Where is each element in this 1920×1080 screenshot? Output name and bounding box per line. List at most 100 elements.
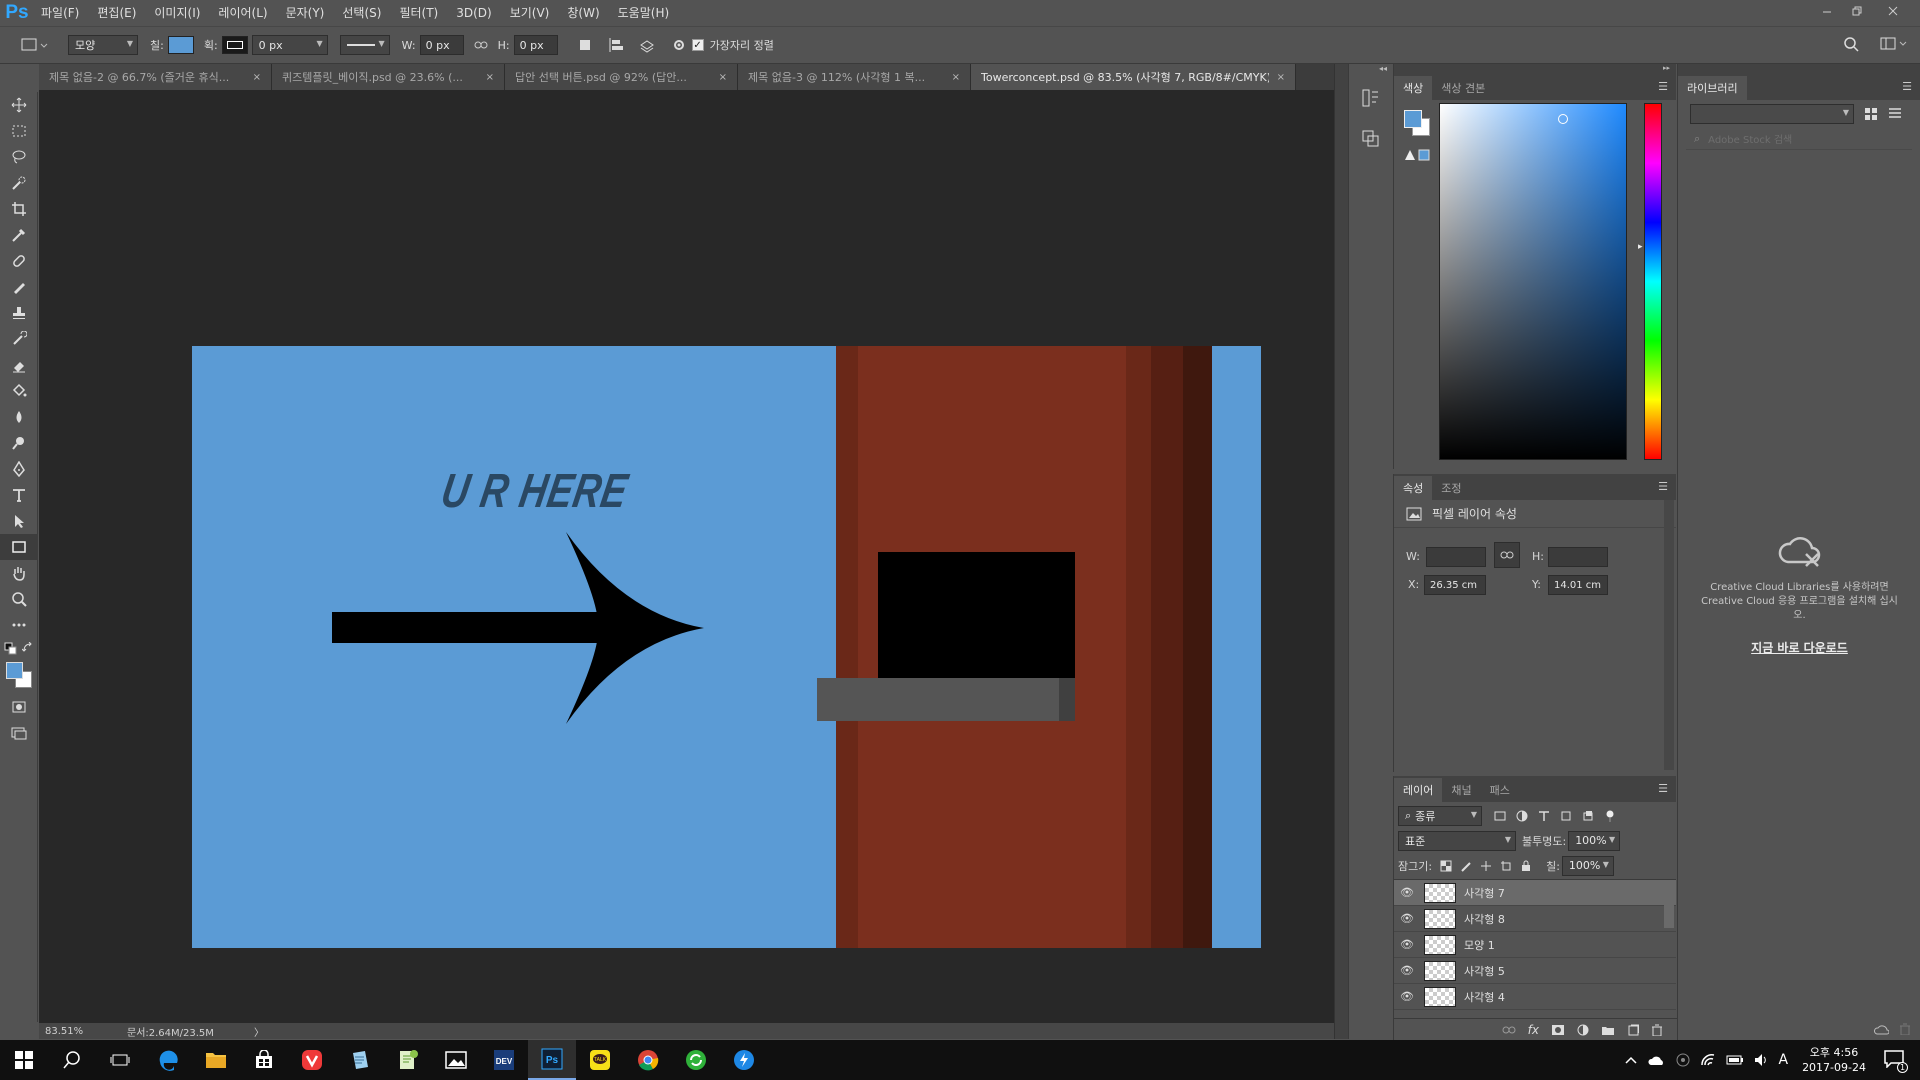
menu-item-3d[interactable]: 3D(D) (447, 0, 500, 26)
collapse-arrow-icon[interactable]: ◂◂ (1349, 64, 1393, 78)
stroke-color-swatch[interactable] (221, 36, 248, 54)
taskbar-search-button[interactable] (48, 1040, 96, 1080)
vivaldi-browser[interactable] (288, 1040, 336, 1080)
tab-document-towerconcept[interactable]: Towerconcept.psd @ 83.5% (사각형 7, RGB/8#/… (971, 64, 1296, 90)
new-group-icon[interactable] (1601, 1024, 1615, 1036)
layer-row[interactable]: 👁 사각형 7 (1394, 880, 1676, 906)
paint-bucket-tool[interactable] (0, 378, 38, 404)
blend-mode-select[interactable]: 표준 ▼ (1398, 830, 1516, 851)
add-mask-icon[interactable] (1551, 1024, 1565, 1036)
canvas-vertical-scrollbar[interactable] (1334, 64, 1348, 1039)
eye-icon[interactable]: 👁 (1394, 886, 1420, 899)
prop-x-input[interactable]: 26.35 cm (1424, 575, 1486, 595)
filter-type-icon[interactable] (1538, 810, 1550, 822)
adjustment-layer-icon[interactable] (1577, 1024, 1589, 1036)
chrome-browser[interactable] (624, 1040, 672, 1080)
align-edges-checkbox[interactable]: ✓ (691, 39, 704, 51)
minimize-button[interactable] (1814, 0, 1840, 22)
height-input[interactable]: 0 px (513, 35, 558, 55)
messenger-app[interactable] (720, 1040, 768, 1080)
marquee-tool[interactable] (0, 118, 38, 144)
prop-width-input[interactable] (1426, 547, 1486, 567)
eye-icon[interactable]: 👁 (1394, 938, 1420, 951)
search-button[interactable] (1843, 36, 1859, 55)
eyedropper-tool[interactable] (0, 222, 38, 248)
prop-y-input[interactable]: 14.01 cm (1548, 575, 1608, 595)
new-layer-icon[interactable] (1627, 1024, 1639, 1036)
tab-color[interactable]: 색상 (1394, 76, 1433, 100)
clone-stamp-tool[interactable] (0, 300, 38, 326)
action-center-button[interactable]: 1 (1884, 1049, 1908, 1073)
crop-tool[interactable] (0, 196, 38, 222)
layers-scrollbar-thumb[interactable] (1664, 882, 1674, 928)
menu-item-window[interactable]: 창(W) (558, 0, 608, 26)
hue-slider-handle[interactable]: ▸ (1638, 242, 1643, 252)
restore-button[interactable] (1844, 0, 1870, 22)
hue-slider[interactable] (1644, 103, 1662, 460)
notepadplusplus-app[interactable] (384, 1040, 432, 1080)
lock-pixels-icon[interactable] (1460, 860, 1472, 872)
path-arrangement-button[interactable] (638, 37, 658, 53)
quick-selection-tool[interactable] (0, 170, 38, 196)
stroke-type-select[interactable]: ▼ (339, 35, 390, 55)
menu-item-type[interactable]: 문자(Y) (277, 0, 334, 26)
color-field[interactable] (1439, 103, 1627, 460)
wifi-icon[interactable] (1700, 1053, 1716, 1067)
close-window-button[interactable] (1880, 0, 1906, 22)
menu-item-edit[interactable]: 편집(E) (88, 0, 145, 26)
eye-icon[interactable]: 👁 (1394, 990, 1420, 1003)
layer-row[interactable]: 👁 모양 1 (1394, 932, 1676, 958)
filter-shape-icon[interactable] (1560, 810, 1572, 822)
menu-item-help[interactable]: 도움말(H) (609, 0, 679, 26)
panel-foreground-swatch[interactable] (1404, 110, 1422, 128)
tab-document-1[interactable]: 제목 없음-2 @ 66.7% (즐거운 휴식... × (39, 64, 272, 90)
move-tool[interactable] (0, 92, 38, 118)
zoom-level[interactable]: 83.51% (45, 1026, 115, 1037)
lasso-tool[interactable] (0, 144, 38, 170)
eye-icon[interactable]: 👁 (1394, 964, 1420, 977)
fx-icon[interactable]: fx (1528, 1023, 1539, 1037)
history-panel-button[interactable] (1361, 88, 1393, 111)
healing-brush-tool[interactable] (0, 248, 38, 274)
lock-artboard-icon[interactable] (1500, 860, 1512, 872)
sync-app[interactable] (672, 1040, 720, 1080)
stock-search-input[interactable]: Adobe Stock 검색 (1708, 131, 1792, 146)
width-input[interactable]: 0 px (419, 35, 464, 55)
start-button[interactable] (0, 1040, 48, 1080)
menu-item-filter[interactable]: 필터(T) (390, 0, 447, 26)
more-tools-button[interactable] (0, 612, 38, 638)
layer-row[interactable]: 👁 사각형 4 (1394, 984, 1676, 1010)
store-app[interactable] (240, 1040, 288, 1080)
path-selection-tool[interactable] (0, 508, 38, 534)
color-picker-marker[interactable] (1558, 114, 1568, 124)
layer-filter-select[interactable]: ⌕ 종류 ▼ (1398, 805, 1482, 826)
tool-preset-picker[interactable] (18, 35, 48, 55)
edge-browser[interactable] (144, 1040, 192, 1080)
type-tool[interactable] (0, 482, 38, 508)
swap-colors-icon[interactable] (22, 642, 34, 654)
status-menu-arrow[interactable]: 〉 (254, 1024, 264, 1039)
battery-icon[interactable] (1726, 1054, 1744, 1066)
dev-app[interactable]: DEV (480, 1040, 528, 1080)
list-view-icon[interactable] (1888, 107, 1902, 121)
fill-field[interactable]: 100% ▼ (1561, 855, 1614, 876)
filter-pixel-icon[interactable] (1494, 810, 1506, 822)
kakaotalk-app[interactable]: TALK (576, 1040, 624, 1080)
tab-document-4[interactable]: 제목 없음-3 @ 112% (사각형 1 복... × (738, 64, 971, 90)
prop-height-input[interactable] (1548, 547, 1608, 567)
pen-tool[interactable] (0, 456, 38, 482)
trash-icon[interactable] (1899, 1023, 1911, 1035)
cloud-sync-icon[interactable] (1873, 1023, 1889, 1035)
lock-position-icon[interactable] (1480, 860, 1492, 872)
rectangle-tool[interactable] (0, 534, 38, 560)
quick-mask-button[interactable] (0, 694, 38, 720)
tab-paths[interactable]: 패스 (1481, 778, 1519, 802)
notepad-app[interactable] (336, 1040, 384, 1080)
download-now-link[interactable]: 지금 바로 다운로드 (1678, 639, 1920, 656)
workspace-switcher[interactable] (1880, 36, 1908, 55)
tab-libraries[interactable]: 라이브러리 (1678, 76, 1747, 100)
panel-menu-icon[interactable]: ☰ (1658, 80, 1668, 93)
actions-panel-button[interactable] (1361, 129, 1393, 152)
tab-swatches[interactable]: 색상 견본 (1432, 76, 1494, 100)
fill-color-swatch[interactable] (167, 36, 194, 54)
